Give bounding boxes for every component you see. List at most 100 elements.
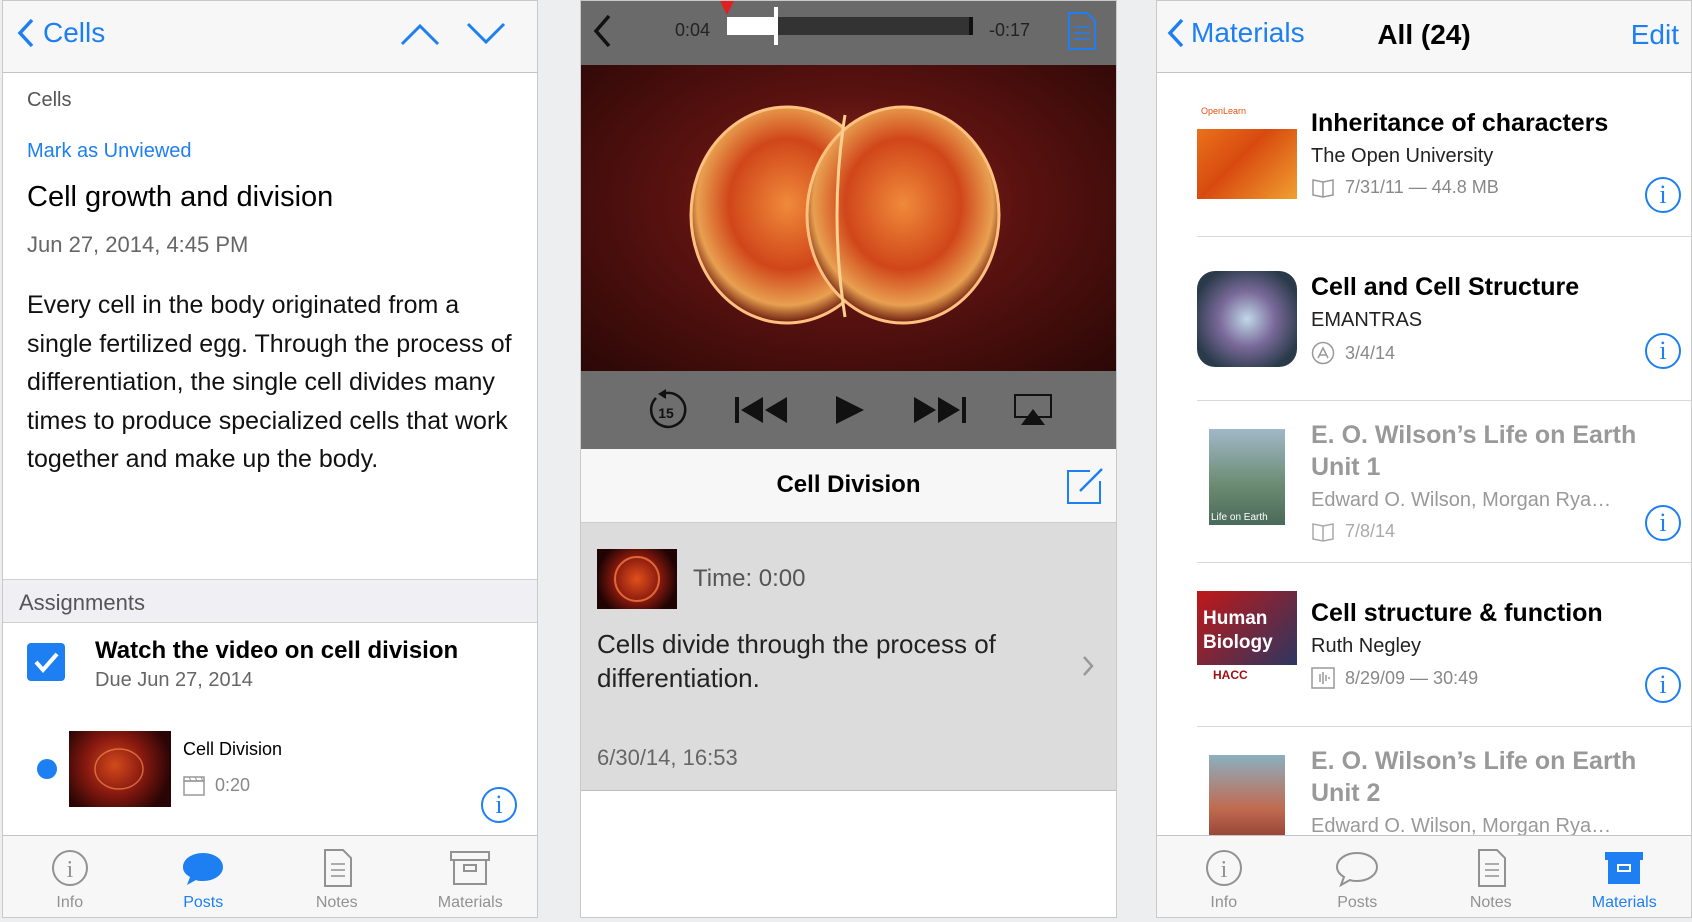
scrubber-end: [969, 17, 973, 35]
tab-posts[interactable]: Posts: [137, 836, 271, 917]
edit-button[interactable]: Edit: [1631, 19, 1679, 51]
material-cover: Life on Earth: [1209, 429, 1285, 525]
player-top-bar: 0:04 -0:17: [581, 1, 1116, 65]
video-frame[interactable]: [581, 65, 1116, 371]
material-cover: OpenLearn: [1197, 103, 1297, 199]
material-info-button[interactable]: i: [1645, 333, 1681, 369]
back-chevron-icon[interactable]: [591, 13, 613, 49]
book-icon: [1312, 178, 1334, 198]
mark-unviewed-link[interactable]: Mark as Unviewed: [27, 140, 517, 163]
tab-info-label: Info: [56, 894, 84, 911]
material-title: Cell and Cell Structure: [1311, 273, 1580, 301]
cover-label: OpenLearn: [1197, 103, 1297, 129]
back-button[interactable]: Cells: [17, 17, 105, 49]
material-info-button[interactable]: i: [1645, 667, 1681, 703]
note-cell[interactable]: Time: 0:00 Cells divide through the proc…: [581, 523, 1116, 791]
tab-info-label: Info: [1210, 894, 1238, 911]
remaining-time: -0:17: [989, 20, 1031, 40]
material-title: Inheritance of characters: [1311, 109, 1609, 137]
note-header: Cell Division: [581, 449, 1116, 523]
material-item[interactable]: Life on Earth E. O. Wilson’s Life on Ear…: [1197, 401, 1691, 563]
material-author: Ruth Negley: [1311, 635, 1422, 657]
tab-notes-label: Notes: [1469, 894, 1512, 911]
info-icon: i: [1205, 850, 1242, 886]
material-item[interactable]: Cell and Cell Structure EMANTRAS 3/4/14 …: [1197, 237, 1691, 401]
notes-icon: [1477, 849, 1506, 887]
tab-notes[interactable]: Notes: [1424, 836, 1558, 917]
playhead-marker-icon: [720, 1, 734, 15]
tab-materials[interactable]: Materials: [1558, 836, 1692, 917]
tab-materials[interactable]: Materials: [404, 836, 538, 917]
material-author: The Open University: [1311, 145, 1494, 167]
notes-icon: [323, 849, 352, 887]
assignment-checkbox[interactable]: [27, 643, 65, 681]
material-meta-text: 7/31/11 — 44.8 MB: [1345, 177, 1499, 197]
chevron-right-icon: [1083, 656, 1094, 676]
material-cover: [1197, 271, 1297, 367]
video-player-screen: 0:04 -0:17 15 Cell Division Time: 0:00 C…: [580, 0, 1117, 918]
material-item[interactable]: OpenLearn Inheritance of characters The …: [1197, 73, 1691, 237]
material-meta-text: 3/4/14: [1345, 342, 1396, 363]
elapsed-time: 0:04: [675, 20, 711, 40]
post-title: Cell growth and division: [27, 181, 334, 213]
speech-bubble-icon: [1336, 851, 1379, 888]
breadcrumb: Cells: [27, 89, 72, 111]
compose-icon[interactable]: [1064, 465, 1106, 507]
page-title: All (24): [1377, 19, 1471, 50]
scrubber-track[interactable]: [727, 7, 973, 45]
assignment-title: Watch the video on cell division: [95, 637, 459, 664]
scrubber-knob[interactable]: [774, 7, 779, 45]
next-post-button[interactable]: [465, 21, 507, 47]
post-date: Jun 27, 2014, 4:45 PM: [27, 232, 249, 257]
tab-materials-label: Materials: [1591, 894, 1657, 911]
clapper-icon: [183, 775, 205, 796]
material-author: EMANTRAS: [1311, 309, 1423, 331]
note-text: Cells divide through the process of diff…: [597, 629, 996, 693]
post-body: Every cell in the body originated from a…: [27, 291, 512, 474]
tab-posts-label: Posts: [183, 894, 224, 911]
playback-controls: 15: [581, 371, 1116, 449]
cover-sublabel: HACC: [1197, 665, 1297, 687]
previous-post-button[interactable]: [399, 21, 441, 47]
video-info-button[interactable]: i: [481, 787, 517, 823]
tab-bar: i Info Posts Notes Materials: [3, 835, 537, 917]
airplay-icon[interactable]: [1013, 393, 1053, 427]
nav-bar: Materials All (24) Edit: [1157, 1, 1691, 73]
tab-bar: i Info Posts Notes Materials: [1157, 835, 1691, 917]
material-author: Edward O. Wilson, Morgan Rya…: [1311, 489, 1612, 511]
next-track-icon[interactable]: [912, 395, 968, 425]
skip-back-15-icon[interactable]: 15: [644, 388, 688, 432]
nav-bar: Cells: [3, 1, 537, 73]
previous-track-icon[interactable]: [733, 395, 789, 425]
tab-info[interactable]: i Info: [3, 836, 137, 917]
material-cover: [1209, 755, 1285, 845]
tab-notes-label: Notes: [315, 894, 358, 911]
assignment-due: Due Jun 27, 2014: [95, 669, 253, 691]
back-label: Cells: [43, 17, 106, 48]
tab-posts-label: Posts: [1337, 894, 1378, 911]
tab-notes[interactable]: Notes: [270, 836, 404, 917]
play-icon[interactable]: [834, 394, 866, 426]
cover-label: Human Biology: [1203, 608, 1273, 653]
tab-info[interactable]: i Info: [1157, 836, 1291, 917]
notes-icon[interactable]: [1067, 11, 1097, 51]
archive-box-icon: [450, 851, 491, 885]
note-header-title: Cell Division: [776, 471, 921, 498]
checkmark-icon: [34, 652, 59, 674]
info-icon: i: [51, 850, 88, 886]
svg-text:i: i: [66, 857, 73, 883]
note-thumbnail: [597, 549, 677, 609]
skip-seconds-label: 15: [658, 405, 674, 421]
cover-label: Life on Earth: [1211, 512, 1268, 523]
video-duration-row: 0:20: [183, 775, 250, 796]
material-info-button[interactable]: i: [1645, 177, 1681, 213]
tab-posts[interactable]: Posts: [1291, 836, 1425, 917]
book-icon: [1312, 522, 1334, 542]
video-thumbnail[interactable]: [69, 731, 171, 807]
materials-screen: Materials All (24) Edit OpenLearn Inheri…: [1156, 0, 1692, 918]
post-detail-screen: Cells Cells Mark as Unviewed Cell growth…: [2, 0, 538, 918]
material-meta-text: 8/29/09 — 30:49: [1345, 667, 1479, 688]
material-item[interactable]: Human Biology HACC Cell structure & func…: [1197, 563, 1691, 727]
material-info-button[interactable]: i: [1645, 505, 1681, 541]
video-duration: 0:20: [215, 775, 251, 795]
